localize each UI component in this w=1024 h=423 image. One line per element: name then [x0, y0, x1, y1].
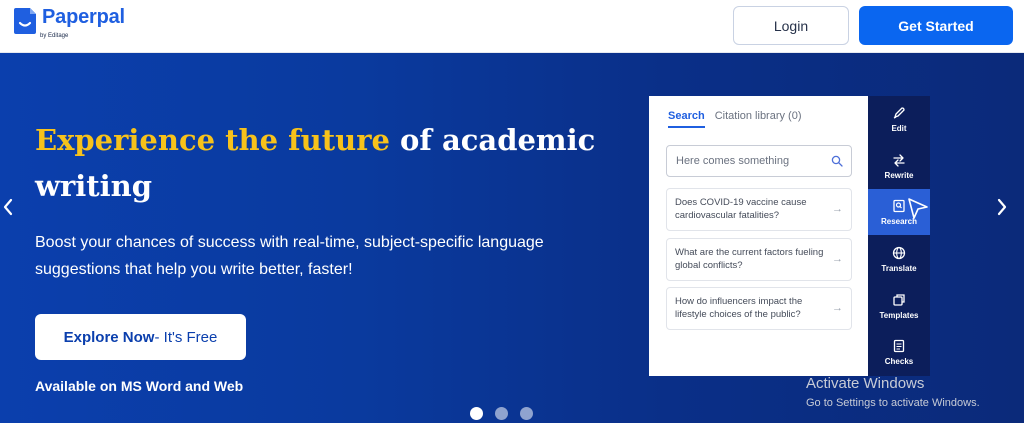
sidebar-item-checks[interactable]: Checks: [868, 329, 930, 375]
login-button[interactable]: Login: [733, 6, 849, 45]
paperpal-logo[interactable]: Paperpal: [12, 6, 125, 36]
question-text: What are the current factors fueling glo…: [675, 247, 824, 271]
hero-carousel: Experience the future of academic writin…: [0, 53, 1024, 423]
tool-sidebar: Edit Rewrite Research Translate Template…: [868, 96, 930, 376]
research-icon: [893, 199, 905, 212]
product-preview: Search Citation library (0) Here comes s…: [649, 96, 930, 376]
sidebar-item-edit[interactable]: Edit: [868, 96, 930, 142]
arrow-right-icon: →: [832, 302, 843, 314]
rewrite-icon: [893, 153, 905, 167]
logo-subtitle: by Editage: [40, 33, 69, 39]
search-icon: [831, 155, 843, 167]
carousel-dot-1[interactable]: [470, 407, 483, 420]
pen-icon: [893, 106, 905, 119]
sidebar-item-templates[interactable]: Templates: [868, 283, 930, 329]
explore-label: Explore Now: [63, 328, 155, 346]
watermark-title: Activate Windows: [806, 375, 925, 392]
research-search-input[interactable]: Here comes something: [666, 145, 852, 177]
arrow-right-icon: →: [832, 203, 843, 215]
research-pane: Search Citation library (0) Here comes s…: [649, 96, 868, 376]
tab-search[interactable]: Search: [668, 110, 705, 128]
checks-icon: [893, 339, 905, 352]
carousel-prev-icon[interactable]: [0, 193, 16, 221]
carousel-next-icon[interactable]: [994, 193, 1010, 221]
explore-free-label: - It's Free: [154, 328, 218, 346]
sidebar-label: Checks: [884, 356, 914, 366]
pointer-cursor-icon: [908, 198, 928, 219]
question-card[interactable]: How do influencers impact the lifestyle …: [666, 287, 852, 330]
question-text: Does COVID-19 vaccine cause cardiovascul…: [675, 197, 807, 221]
hero-headline: Experience the future of academic writin…: [35, 117, 635, 209]
hero-subtext: Boost your chances of success with real-…: [35, 234, 544, 278]
watermark-subtitle: Go to Settings to activate Windows.: [806, 397, 980, 409]
arrow-right-icon: →: [832, 253, 843, 265]
research-tabs: Search Citation library (0): [668, 110, 802, 128]
logo-mark-icon: [12, 6, 38, 36]
top-nav: Paperpal by Editage Login Get Started: [0, 0, 1024, 53]
question-card[interactable]: Does COVID-19 vaccine cause cardiovascul…: [666, 188, 852, 231]
windows-activation-watermark: Activate Windows Go to Settings to activ…: [806, 375, 980, 411]
sidebar-label: Templates: [879, 310, 919, 320]
sidebar-label: Translate: [881, 263, 917, 273]
explore-now-button[interactable]: Explore Now - It's Free: [35, 314, 246, 360]
carousel-dots: [470, 407, 533, 420]
sidebar-label: Rewrite: [884, 170, 914, 180]
availability-text: Available on MS Word and Web: [35, 378, 244, 394]
headline-highlight: Experience the future: [35, 123, 390, 157]
logo-name: Paperpal: [42, 6, 125, 28]
sidebar-item-translate[interactable]: Translate: [868, 236, 930, 282]
get-started-button[interactable]: Get Started: [859, 6, 1013, 45]
templates-icon: [893, 293, 905, 306]
carousel-dot-3[interactable]: [520, 407, 533, 420]
question-text: How do influencers impact the lifestyle …: [675, 296, 803, 320]
sidebar-label: Edit: [891, 123, 907, 133]
tab-citation-library[interactable]: Citation library (0): [715, 110, 802, 128]
carousel-dot-2[interactable]: [495, 407, 508, 420]
globe-icon: [892, 246, 906, 259]
question-card[interactable]: What are the current factors fueling glo…: [666, 238, 852, 281]
sidebar-item-rewrite[interactable]: Rewrite: [868, 143, 930, 189]
search-placeholder: Here comes something: [676, 155, 790, 167]
